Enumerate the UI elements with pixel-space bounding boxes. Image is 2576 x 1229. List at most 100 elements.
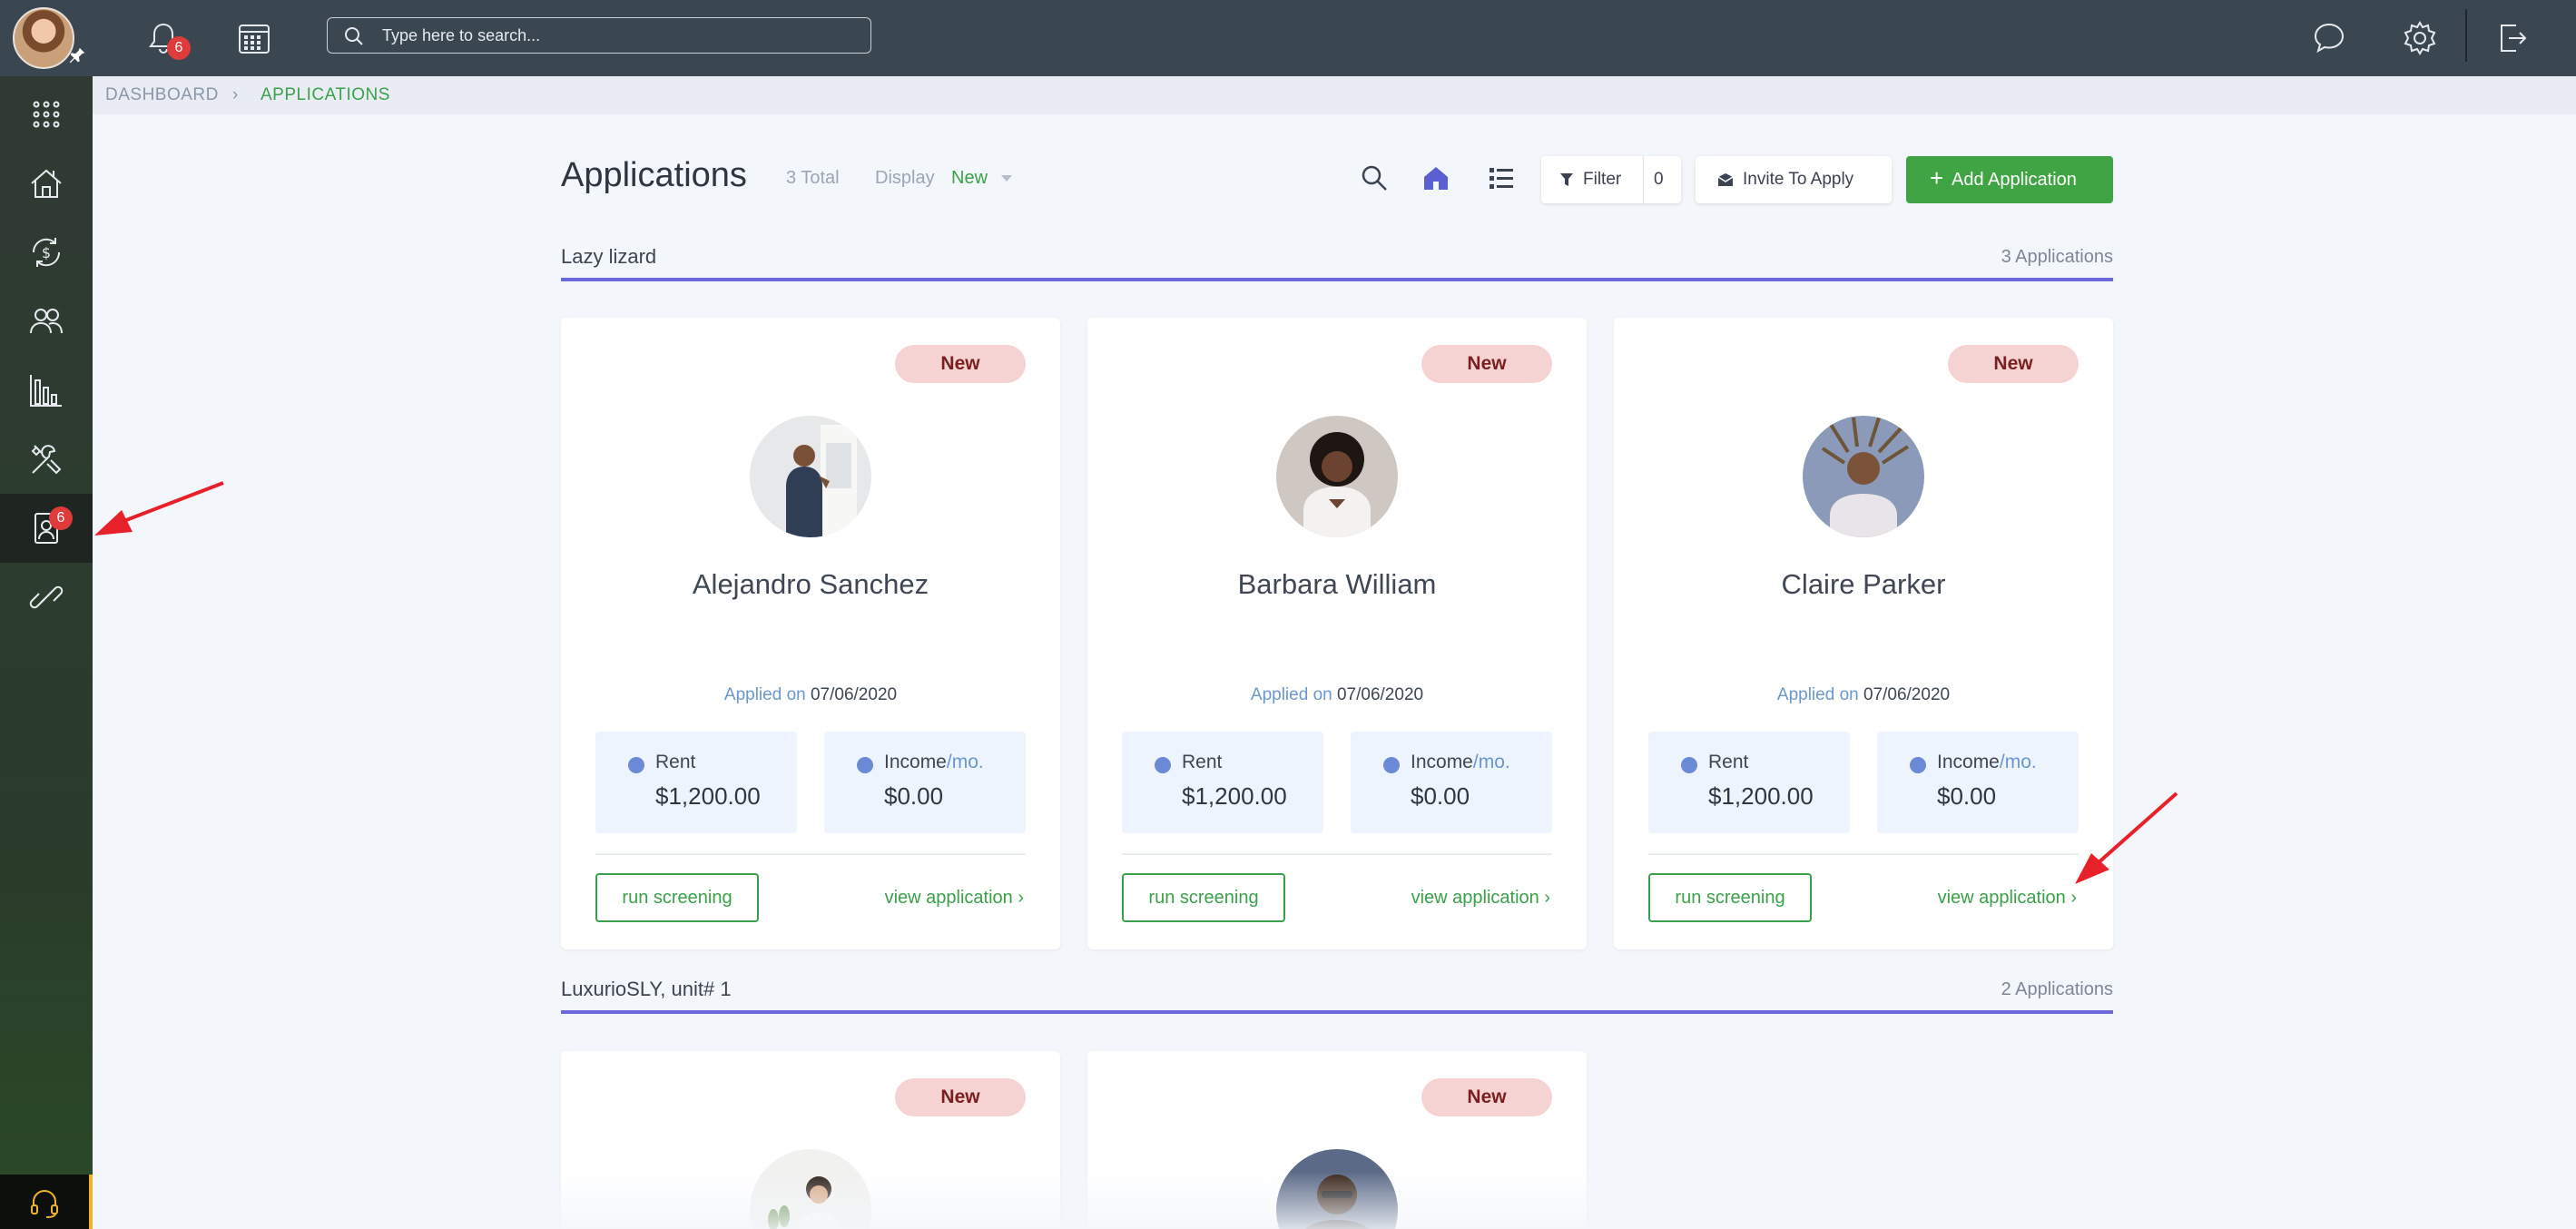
reports-icon bbox=[30, 375, 62, 407]
list-view-icon[interactable] bbox=[1485, 162, 1518, 194]
sidebar-item-reports[interactable] bbox=[0, 356, 93, 425]
applicant-name: Alejandro Sanchez bbox=[692, 568, 929, 600]
headset-icon bbox=[31, 1190, 58, 1218]
global-search[interactable] bbox=[327, 17, 871, 54]
applied-label: Applied on bbox=[1250, 685, 1332, 704]
envelope-icon bbox=[1717, 173, 1734, 186]
income-label-wrap: Income/mo. bbox=[1411, 752, 1510, 773]
rent-icon bbox=[1681, 757, 1697, 773]
applied-label: Applied on bbox=[723, 685, 806, 704]
view-application-link[interactable]: view application › bbox=[1411, 888, 1550, 909]
view-application-link[interactable]: view application › bbox=[1938, 888, 2077, 909]
income-label: Income bbox=[1411, 752, 1473, 772]
chevron-down-icon[interactable] bbox=[1001, 175, 1012, 182]
status-badge: New bbox=[1421, 345, 1552, 383]
sidebar-item-links[interactable] bbox=[0, 563, 93, 632]
add-application-button[interactable]: + Add Application bbox=[1906, 156, 2113, 203]
run-screening-button[interactable]: run screening bbox=[1122, 873, 1285, 922]
search-icon[interactable] bbox=[1358, 162, 1391, 194]
sidebar-item-maintenance[interactable] bbox=[0, 425, 93, 494]
rent-stat: Rent $1,200.00 bbox=[595, 732, 797, 833]
applicant-name: Claire Parker bbox=[1781, 568, 1946, 600]
application-card: New Claire Parker Applied on 07/06/2020 … bbox=[1614, 318, 2113, 949]
applied-date: 07/06/2020 bbox=[810, 685, 898, 704]
property-view-home-icon[interactable] bbox=[1420, 162, 1452, 194]
home-icon bbox=[31, 169, 62, 198]
applicant-photo bbox=[1276, 1149, 1398, 1229]
grid-icon bbox=[33, 101, 60, 128]
income-icon bbox=[1910, 757, 1926, 773]
search-input[interactable] bbox=[382, 18, 854, 53]
sidebar-item-payments[interactable]: $ bbox=[0, 218, 93, 287]
filter-label: Filter bbox=[1583, 170, 1622, 189]
support-edge-accent bbox=[89, 1175, 93, 1229]
group-count: 3 Applications bbox=[2001, 247, 2113, 267]
page-title: Applications bbox=[561, 156, 747, 194]
sidebar-item-apps[interactable] bbox=[0, 80, 93, 149]
applied-on: Applied on 07/06/2020 bbox=[561, 685, 1060, 705]
svg-text:$: $ bbox=[42, 244, 51, 261]
run-screening-button[interactable]: run screening bbox=[1648, 873, 1812, 922]
filter-button[interactable]: Filter 0 bbox=[1541, 156, 1681, 203]
breadcrumb-separator: › bbox=[232, 85, 239, 104]
rent-label: Rent bbox=[1708, 752, 1749, 772]
applied-on: Applied on 07/06/2020 bbox=[1614, 685, 2113, 705]
income-unit: /mo. bbox=[1472, 752, 1510, 772]
settings-gear-icon[interactable] bbox=[2396, 15, 2443, 62]
income-stat: Income/mo. $0.00 bbox=[824, 732, 1026, 833]
card-divider bbox=[595, 853, 1026, 855]
user-avatar[interactable] bbox=[13, 7, 74, 69]
income-label: Income bbox=[884, 752, 947, 772]
rent-label: Rent bbox=[655, 752, 696, 772]
rent-value: $1,200.00 bbox=[1182, 782, 1287, 810]
notifications-bell-icon[interactable]: 6 bbox=[140, 15, 191, 62]
applied-date: 07/06/2020 bbox=[1336, 685, 1424, 704]
applicant-name: Barbara William bbox=[1237, 568, 1437, 600]
plus-icon: + bbox=[1930, 164, 1944, 192]
applicant-photo bbox=[750, 416, 871, 537]
income-stat: Income/mo. $0.00 bbox=[1351, 732, 1552, 833]
calendar-icon[interactable] bbox=[231, 15, 278, 62]
invite-label: Invite To Apply bbox=[1743, 170, 1854, 189]
application-card: New Alejandro Sanchez Applied on 07/06/2… bbox=[561, 318, 1060, 949]
filter-count: 0 bbox=[1654, 170, 1664, 189]
top-bar: 6 bbox=[0, 0, 2576, 76]
income-value: $0.00 bbox=[1411, 782, 1470, 810]
income-label: Income bbox=[1937, 752, 2000, 772]
notification-count-badge: 6 bbox=[167, 36, 191, 60]
view-application-link[interactable]: view application › bbox=[885, 888, 1024, 909]
status-badge: New bbox=[1421, 1078, 1552, 1116]
sidebar-item-properties[interactable] bbox=[0, 149, 93, 218]
invite-to-apply-button[interactable]: Invite To Apply bbox=[1696, 156, 1892, 203]
chat-icon[interactable] bbox=[2306, 15, 2353, 62]
logout-icon[interactable] bbox=[2489, 15, 2536, 62]
income-icon bbox=[1383, 757, 1400, 773]
card-divider bbox=[1648, 853, 2079, 855]
display-filter-dropdown[interactable]: New bbox=[951, 168, 988, 189]
run-screening-button[interactable]: run screening bbox=[595, 873, 759, 922]
rent-stat: Rent $1,200.00 bbox=[1648, 732, 1850, 833]
applications-count-badge: 6 bbox=[49, 506, 73, 530]
pin-icon bbox=[67, 45, 87, 71]
filter-separator bbox=[1643, 156, 1644, 203]
group-title: LuxurioSLY, unit# 1 bbox=[561, 978, 732, 1000]
payments-icon: $ bbox=[32, 238, 61, 267]
applicant-photo bbox=[1276, 416, 1398, 537]
group-divider bbox=[561, 278, 2113, 281]
rent-value: $1,200.00 bbox=[1708, 782, 1814, 810]
breadcrumb: DASHBOARD › APPLICATIONS bbox=[93, 76, 2576, 114]
card-divider bbox=[1122, 853, 1552, 855]
rent-value: $1,200.00 bbox=[655, 782, 761, 810]
group-title: Lazy lizard bbox=[561, 245, 657, 268]
group-divider bbox=[561, 1010, 2113, 1014]
rent-icon bbox=[1155, 757, 1171, 773]
sidebar-item-people[interactable] bbox=[0, 287, 93, 356]
income-value: $0.00 bbox=[884, 782, 944, 810]
applicant-photo bbox=[1803, 416, 1924, 537]
applied-date: 07/06/2020 bbox=[1863, 685, 1951, 704]
rent-stat: Rent $1,200.00 bbox=[1122, 732, 1323, 833]
sidebar-item-applications[interactable]: 6 bbox=[0, 494, 93, 563]
breadcrumb-dashboard[interactable]: DASHBOARD bbox=[105, 85, 219, 105]
topbar-divider bbox=[2465, 9, 2467, 62]
support-button[interactable] bbox=[0, 1175, 89, 1229]
